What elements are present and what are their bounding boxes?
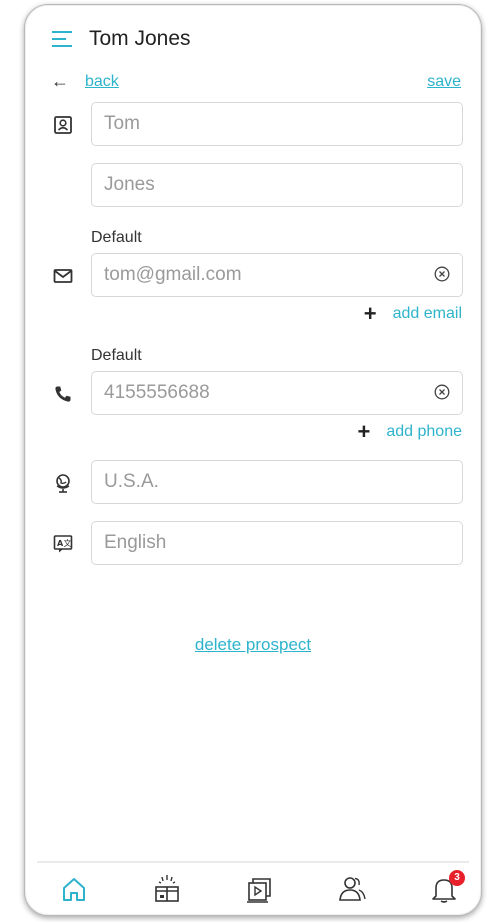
country-value: U.S.A. — [104, 471, 159, 492]
email-field[interactable]: tom@gmail.com — [91, 253, 463, 297]
media-icon[interactable] — [244, 874, 274, 904]
language-value: English — [104, 532, 167, 553]
back-link[interactable]: back — [85, 73, 119, 91]
home-icon[interactable] — [59, 874, 89, 904]
email-label: Default — [91, 229, 142, 246]
first-name-value: Tom — [104, 113, 140, 134]
language-field[interactable]: English — [91, 521, 463, 565]
bottom-tab-bar: 3 — [37, 861, 469, 915]
nav-row: ← back save — [51, 71, 461, 97]
country-field[interactable]: U.S.A. — [91, 460, 463, 504]
notification-badge: 3 — [449, 870, 465, 886]
hamburger-menu-icon[interactable] — [51, 30, 73, 48]
add-phone-label: add phone — [386, 423, 462, 440]
phone-value: 4155556688 — [104, 382, 210, 403]
plus-icon: + — [363, 301, 377, 326]
svg-text:文: 文 — [64, 538, 72, 548]
clear-email-icon[interactable] — [434, 266, 450, 282]
email-value: tom@gmail.com — [104, 264, 242, 285]
phone-icon — [55, 386, 71, 402]
delete-prospect-link[interactable]: delete prospect — [195, 635, 311, 654]
clear-phone-icon[interactable] — [434, 384, 450, 400]
plus-icon: + — [357, 419, 371, 444]
delete-row: delete prospect — [25, 635, 481, 655]
phone-frame: Tom Jones ← back save Tom Jones Default … — [24, 4, 482, 916]
gift-icon[interactable] — [152, 874, 182, 904]
page-title: Tom Jones — [89, 27, 191, 50]
phone-label: Default — [91, 347, 142, 364]
phone-field[interactable]: 4155556688 — [91, 371, 463, 415]
add-email-button[interactable]: + add email — [363, 301, 462, 326]
back-arrow-icon[interactable]: ← — [51, 71, 69, 92]
first-name-field[interactable]: Tom — [91, 102, 463, 146]
contact-card-icon — [54, 116, 72, 134]
add-email-label: add email — [392, 305, 462, 322]
notifications-tab[interactable]: 3 — [429, 870, 465, 904]
last-name-field[interactable]: Jones — [91, 163, 463, 207]
mail-icon — [53, 269, 73, 283]
add-phone-button[interactable]: + add phone — [357, 419, 463, 444]
globe-icon — [56, 474, 70, 493]
translate-icon: A 文 — [53, 535, 73, 553]
people-icon[interactable] — [337, 874, 367, 904]
last-name-value: Jones — [104, 174, 155, 195]
top-bar: Tom Jones — [51, 27, 191, 51]
save-link[interactable]: save — [427, 73, 461, 91]
